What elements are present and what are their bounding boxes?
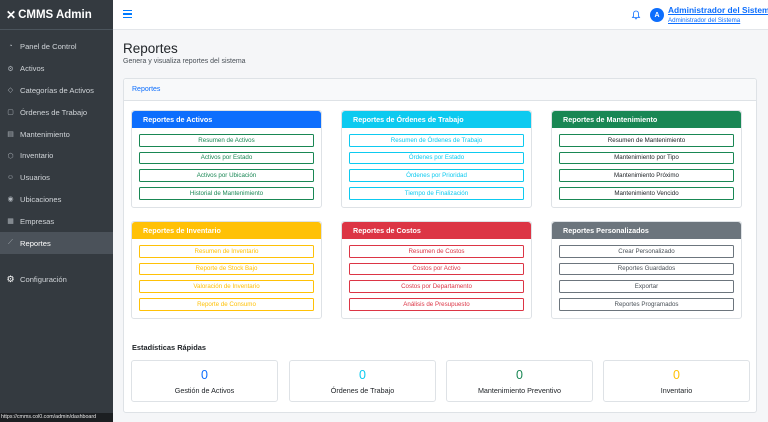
sidebar-item-ordenes[interactable]: ▢ Órdenes de Trabajo (0, 101, 113, 123)
panel-inventario: Reportes de Inventario Resumen de Invent… (131, 221, 322, 319)
tiempo-finalizacion-button[interactable]: Tiempo de Finalización (349, 187, 524, 200)
sidebar-item-configuracion[interactable]: ⚙ Configuración (0, 269, 113, 291)
sidebar-item-panel-de-control[interactable]: ◔ Panel de Control (0, 36, 113, 58)
brand[interactable]: ✕ CMMS Admin (0, 0, 113, 30)
exportar-button[interactable]: Exportar (559, 280, 734, 293)
sidebar-item-label: Usuarios (20, 173, 50, 183)
sidebar-item-categorias[interactable]: ◇ Categorías de Activos (0, 80, 113, 102)
mantenimiento-proximo-button[interactable]: Mantenimiento Próximo (559, 169, 734, 182)
ordenes-por-estado-button[interactable]: Órdenes por Estado (349, 151, 524, 165)
stats-title: Estadísticas Rápidas (132, 343, 206, 352)
users-icon: ☺ (6, 174, 15, 182)
sidebar-item-label: Activos (20, 64, 45, 74)
page-subtitle: Genera y visualiza reportes del sistema (123, 58, 246, 65)
reporte-consumo-button[interactable]: Reporte de Consumo (139, 298, 314, 311)
stat-value: 0 (359, 368, 366, 382)
panel-costos: Reportes de Costos Resumen de Costos Cos… (341, 221, 532, 319)
chart-icon: ⟋ (8, 239, 13, 247)
panel-title: Reportes de Inventario (132, 222, 321, 239)
resumen-costos-button[interactable]: Resumen de Costos (349, 245, 524, 258)
panel-ordenes: Reportes de Órdenes de Trabajo Resumen d… (341, 110, 532, 208)
historial-mantenimiento-button[interactable]: Historial de Mantenimiento (139, 187, 314, 200)
sidebar-nav: ◔ Panel de Control ⚙ Activos ◇ Categoría… (0, 30, 113, 291)
wrench-screwdriver-icon: ✕ (6, 7, 17, 22)
sidebar: ✕ CMMS Admin ◔ Panel de Control ⚙ Activo… (0, 0, 113, 422)
sidebar-item-mantenimiento[interactable]: ▤ Mantenimiento (0, 123, 113, 145)
panel-title: Reportes de Costos (342, 222, 531, 239)
bell-icon[interactable] (631, 10, 641, 20)
resumen-ordenes-button[interactable]: Resumen de Órdenes de Trabajo (349, 134, 524, 147)
analisis-presupuesto-button[interactable]: Análisis de Presupuesto (349, 298, 524, 311)
mantenimiento-por-tipo-button[interactable]: Mantenimiento por Tipo (559, 151, 734, 165)
sidebar-item-usuarios[interactable]: ☺ Usuarios (0, 167, 113, 189)
stat-card-inventario: 0 Inventario (603, 360, 750, 402)
sidebar-item-label: Órdenes de Trabajo (20, 107, 88, 117)
sidebar-item-activos[interactable]: ⚙ Activos (0, 58, 113, 80)
costos-por-departamento-button[interactable]: Costos por Departamento (349, 280, 524, 293)
sidebar-item-label: Ubicaciones (20, 194, 62, 204)
stat-label: Gestión de Activos (174, 386, 235, 395)
sidebar-item-label: Mantenimiento (20, 129, 70, 139)
calendar-icon: ▤ (7, 131, 14, 139)
building-icon: ▦ (7, 218, 14, 226)
sidebar-item-label: Empresas (20, 216, 55, 226)
sidebar-item-label: Inventario (20, 151, 54, 161)
stat-card-activos: 0 Gestión de Activos (131, 360, 278, 402)
stat-value: 0 (673, 368, 680, 382)
panel-title: Reportes de Órdenes de Trabajo (342, 111, 531, 128)
sidebar-item-empresas[interactable]: ▦ Empresas (0, 210, 113, 232)
stat-label: Inventario (660, 386, 693, 395)
gear-icon: ⚙ (6, 274, 15, 285)
brand-name: CMMS Admin (18, 8, 92, 21)
status-bar-url: https://cmms.col0.com/admin/dashboard (0, 413, 113, 422)
reports-card: Reportes Reportes de Activos Resumen de … (123, 78, 757, 413)
sidebar-divider (0, 254, 113, 269)
sidebar-item-label: Configuración (20, 275, 67, 285)
sidebar-item-label: Reportes (20, 238, 51, 248)
crear-personalizado-button[interactable]: Crear Personalizado (559, 245, 734, 258)
panel-personalizados: Reportes Personalizados Crear Personaliz… (551, 221, 742, 319)
sidebar-item-reportes[interactable]: ⟋ Reportes (0, 232, 113, 254)
activos-por-estado-button[interactable]: Activos por Estado (139, 151, 314, 165)
topbar: A Administrador del Sistema Administrado… (113, 0, 768, 30)
gear-icon: ⚙ (7, 65, 14, 73)
costos-por-activo-button[interactable]: Costos por Activo (349, 262, 524, 276)
stat-label: Órdenes de Trabajo (330, 386, 395, 395)
reportes-programados-button[interactable]: Reportes Programados (559, 298, 734, 311)
menu-toggle-icon[interactable] (123, 10, 132, 19)
page-title: Reportes (123, 41, 178, 56)
sidebar-item-label: Panel de Control (20, 42, 77, 52)
sidebar-item-ubicaciones[interactable]: ◉ Ubicaciones (0, 189, 113, 211)
panel-title: Reportes Personalizados (552, 222, 741, 239)
tag-icon: ◇ (7, 87, 14, 95)
gauge-icon: ◔ (8, 43, 13, 51)
avatar[interactable]: A (650, 8, 664, 22)
valoracion-inventario-button[interactable]: Valoración de Inventario (139, 280, 314, 293)
reportes-guardados-button[interactable]: Reportes Guardados (559, 262, 734, 276)
panel-mantenimiento: Reportes de Mantenimiento Resumen de Man… (551, 110, 742, 208)
ordenes-por-prioridad-button[interactable]: Órdenes por Prioridad (349, 169, 524, 182)
stock-bajo-button[interactable]: Reporte de Stock Bajo (139, 262, 314, 276)
resumen-activos-button[interactable]: Resumen de Activos (139, 134, 314, 147)
clipboard-icon: ▢ (7, 109, 14, 117)
user-role-link[interactable]: Administrador del Sistema (668, 17, 740, 24)
reports-card-header: Reportes (124, 79, 756, 101)
resumen-inventario-button[interactable]: Resumen de Inventario (139, 245, 314, 258)
sidebar-item-label: Categorías de Activos (20, 85, 94, 95)
mantenimiento-vencido-button[interactable]: Mantenimiento Vencido (559, 187, 734, 200)
location-icon: ◉ (7, 196, 14, 204)
panel-activos: Reportes de Activos Resumen de Activos A… (131, 110, 322, 208)
activos-por-ubicacion-button[interactable]: Activos por Ubicación (139, 169, 314, 182)
box-icon: ⬡ (7, 152, 14, 160)
stat-card-mantenimiento: 0 Mantenimiento Preventivo (446, 360, 593, 402)
stat-label: Mantenimiento Preventivo (477, 386, 562, 395)
stat-value: 0 (516, 368, 523, 382)
sidebar-item-inventario[interactable]: ⬡ Inventario (0, 145, 113, 167)
panel-title: Reportes de Activos (132, 111, 321, 128)
resumen-mantenimiento-button[interactable]: Resumen de Mantenimiento (559, 134, 734, 147)
panel-title: Reportes de Mantenimiento (552, 111, 741, 128)
stat-card-ordenes: 0 Órdenes de Trabajo (289, 360, 436, 402)
user-name-link[interactable]: Administrador del Sistema (668, 5, 768, 15)
stat-value: 0 (201, 368, 208, 382)
